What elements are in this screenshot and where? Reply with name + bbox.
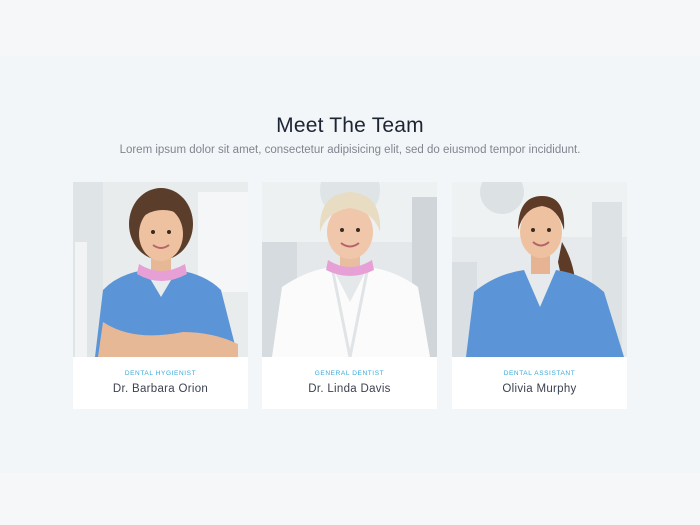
team-member-role: DENTAL ASSISTANT bbox=[503, 370, 576, 377]
team-member-name[interactable]: Olivia Murphy bbox=[452, 383, 627, 395]
team-member-name[interactable]: Dr. Barbara Orion bbox=[73, 383, 248, 395]
team-member-photo bbox=[452, 182, 627, 357]
team-card-barbara-orion[interactable]: DENTAL HYGIENIST Dr. Barbara Orion bbox=[73, 182, 248, 409]
team-card-olivia-murphy[interactable]: DENTAL ASSISTANT Olivia Murphy bbox=[452, 182, 627, 409]
team-member-name[interactable]: Dr. Linda Davis bbox=[262, 383, 437, 395]
team-member-role: DENTAL HYGIENIST bbox=[124, 370, 197, 377]
section-title: Meet The Team bbox=[276, 114, 424, 137]
section-subtitle: Lorem ipsum dolor sit amet, consectetur … bbox=[119, 144, 581, 156]
team-member-photo bbox=[73, 182, 248, 357]
team-member-photo bbox=[262, 182, 437, 357]
team-card-linda-davis[interactable]: GENERAL DENTIST Dr. Linda Davis bbox=[262, 182, 437, 409]
team-member-role: GENERAL DENTIST bbox=[314, 370, 385, 377]
